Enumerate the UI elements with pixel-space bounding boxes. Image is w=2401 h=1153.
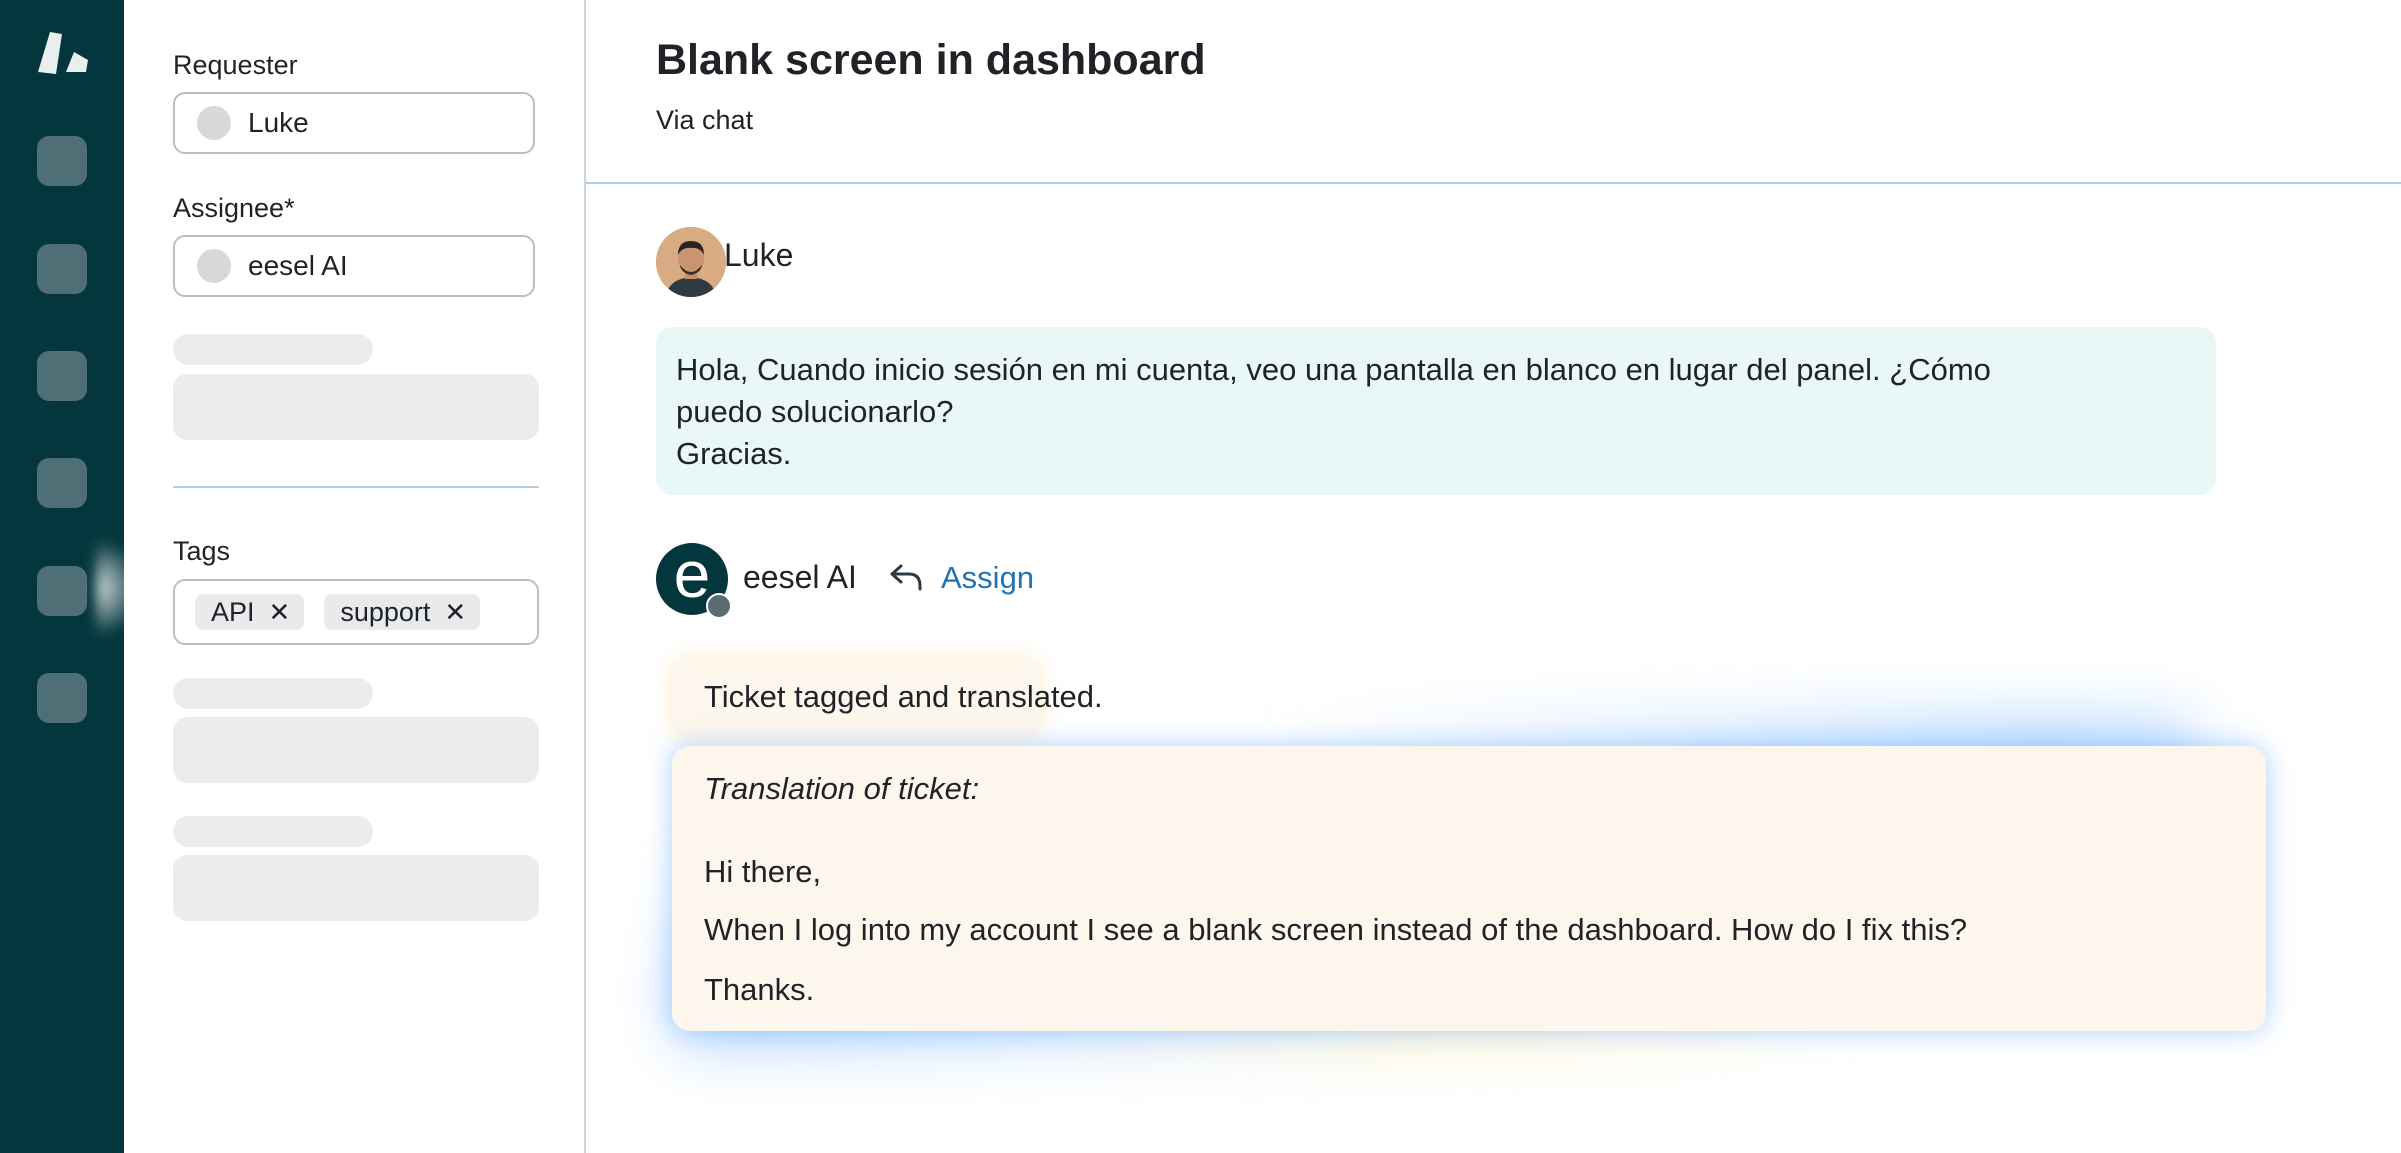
customer-avatar xyxy=(656,227,726,297)
panel-divider xyxy=(173,486,539,488)
skeleton-field xyxy=(173,855,539,921)
message-line: Hola, Cuando inicio sesión en mi cuenta,… xyxy=(676,352,1991,387)
eesel-ai-avatar: e xyxy=(656,541,732,619)
skeleton-label xyxy=(173,334,373,365)
translation-heading: Translation of ticket: xyxy=(704,771,980,806)
skeleton-label xyxy=(173,678,373,709)
skeleton-label xyxy=(173,816,373,847)
tags-label: Tags xyxy=(173,536,231,566)
requester-value: Luke xyxy=(248,107,309,138)
skeleton-field xyxy=(173,374,539,440)
nav-item-2[interactable] xyxy=(37,244,87,294)
ai-status-note: Ticket tagged and translated. xyxy=(672,659,1103,737)
customer-name: Luke xyxy=(724,237,794,273)
translation-line: Hi there, xyxy=(704,854,822,889)
nav-rail xyxy=(0,0,146,1153)
nav-item-6[interactable] xyxy=(37,673,87,723)
customer-message: Hola, Cuando inicio sesión en mi cuenta,… xyxy=(656,327,2216,495)
remove-tag-icon[interactable]: ✕ xyxy=(444,599,466,625)
ticket-title: Blank screen in dashboard xyxy=(656,36,1206,84)
ticket-channel: Via chat xyxy=(656,105,754,135)
assignee-label: Assignee* xyxy=(173,193,295,223)
nav-item-3[interactable] xyxy=(37,351,87,401)
tag-label: support xyxy=(340,596,431,627)
agent-headset-icon xyxy=(706,593,732,619)
nav-item-5[interactable] xyxy=(37,566,87,616)
remove-tag-icon[interactable]: ✕ xyxy=(269,599,291,625)
ticket-header: Blank screen in dashboard Via chat xyxy=(585,0,2401,184)
nav-item-4[interactable] xyxy=(37,458,87,508)
translation-line: Thanks. xyxy=(704,972,815,1007)
nav-item-1[interactable] xyxy=(37,136,87,186)
skeleton-field xyxy=(173,717,539,783)
tags-field[interactable]: API ✕ support ✕ xyxy=(173,579,539,645)
tag-label: API xyxy=(211,596,255,627)
assign-link[interactable]: Assign xyxy=(941,560,1034,596)
reply-arrow-icon[interactable] xyxy=(889,562,923,592)
assignee-value: eesel AI xyxy=(248,250,348,281)
zendesk-logo-icon[interactable] xyxy=(36,32,90,74)
message-line: Gracias. xyxy=(676,436,792,471)
ticket-conversation: Blank screen in dashboard Via chat Luke … xyxy=(585,0,2401,1153)
assignee-select[interactable]: eesel AI xyxy=(173,235,535,297)
tag-support: support ✕ xyxy=(324,594,481,630)
ticket-properties-panel: Requester Luke Assignee* eesel AI Tags A… xyxy=(124,0,586,1153)
requester-select[interactable]: Luke xyxy=(173,92,535,154)
message-line: puedo solucionarlo? xyxy=(676,394,954,429)
requester-label: Requester xyxy=(173,50,298,80)
ai-translation-note: Translation of ticket: Hi there, When I … xyxy=(672,746,2266,1031)
tag-api: API ✕ xyxy=(195,594,305,630)
translation-line: When I log into my account I see a blank… xyxy=(704,912,1968,947)
assignee-avatar xyxy=(197,249,231,283)
requester-avatar xyxy=(197,106,231,140)
agent-name: eesel AI xyxy=(743,559,857,595)
avatar-letter: e xyxy=(673,537,711,611)
